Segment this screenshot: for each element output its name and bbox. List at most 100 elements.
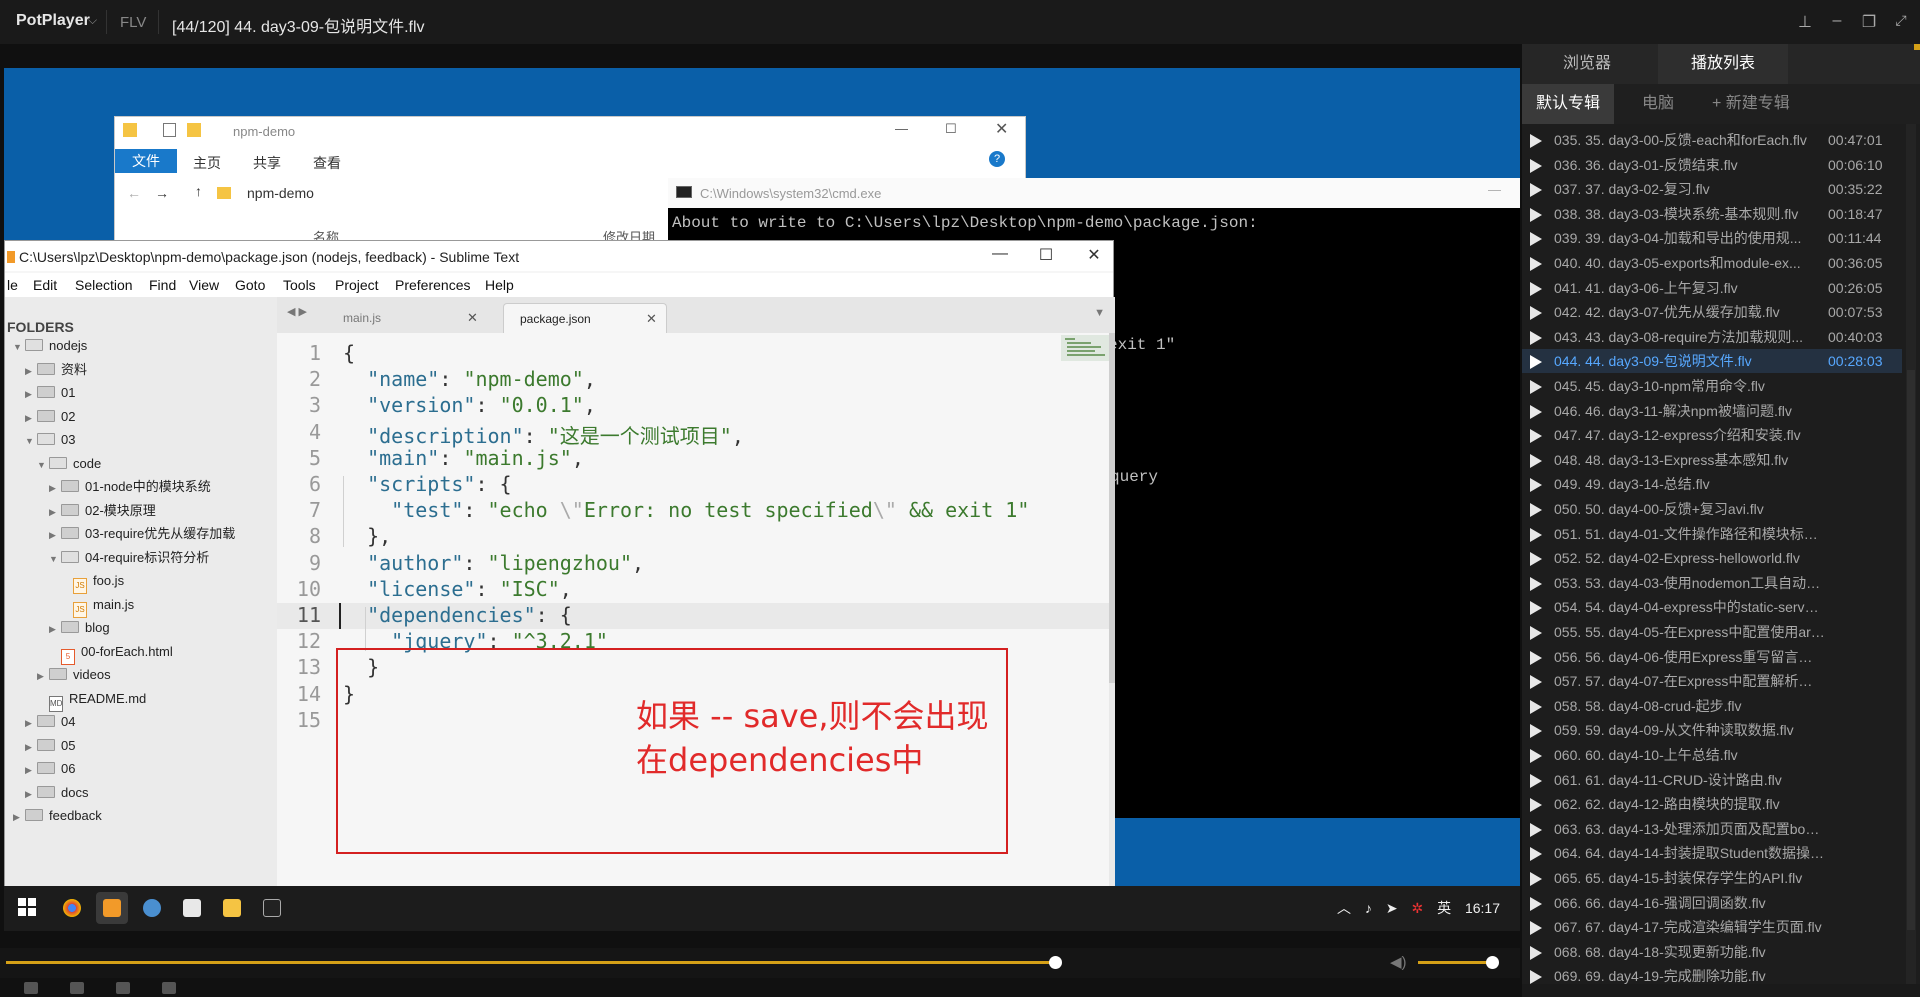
tree-item[interactable]: ▶ 02-模块原理	[49, 500, 156, 522]
tab-nav-arrows-icon[interactable]: ◀ ▶	[287, 305, 307, 318]
close-button[interactable]: ✕	[1079, 245, 1109, 265]
playlist-item[interactable]: 037. 37. day3-02-复习.flv 00:35:22	[1522, 177, 1902, 201]
minimize-button[interactable]: —	[1488, 182, 1501, 197]
minimize-button[interactable]: —	[985, 245, 1015, 263]
menu-item-0[interactable]: le	[7, 277, 18, 293]
collapsed-arrow-icon[interactable]: ▶	[25, 783, 37, 805]
menu-item-9[interactable]: Help	[485, 277, 514, 293]
collapsed-arrow-icon[interactable]: ▶	[25, 360, 37, 382]
ime-indicator[interactable]: 英	[1437, 900, 1451, 916]
volume-slider[interactable]	[1418, 961, 1492, 964]
maximize-button[interactable]: ☐	[1031, 245, 1061, 265]
code-line[interactable]: "version": "0.0.1",	[343, 393, 596, 417]
playlist-item[interactable]: 065. 65. day4-15-封装保存学生的API.flv	[1522, 866, 1902, 890]
close-tab-icon[interactable]: ✕	[646, 304, 657, 334]
expanded-arrow-icon[interactable]: ▼	[25, 430, 37, 452]
playlist-item[interactable]: 068. 68. day4-18-实现更新功能.flv	[1522, 940, 1902, 964]
new-album-button[interactable]: + 新建专辑	[1712, 84, 1790, 124]
playlist-item[interactable]: 051. 51. day4-01-文件操作路径和模块标识路...	[1522, 522, 1902, 546]
code-line[interactable]: "scripts": {	[343, 472, 512, 496]
code-line[interactable]: "main": "main.js",	[343, 446, 584, 470]
playlist-item[interactable]: 046. 46. day3-11-解决npm被墙问题.flv	[1522, 399, 1902, 423]
forward-icon[interactable]: →	[155, 185, 169, 201]
tree-item[interactable]: 5 00-forEach.html	[49, 641, 173, 665]
seek-bar[interactable]	[6, 961, 1055, 964]
speaker-icon[interactable]: ♪	[1365, 900, 1372, 916]
scrollbar-thumb[interactable]	[1907, 370, 1915, 930]
playlist-item[interactable]: 045. 45. day3-10-npm常用命令.flv	[1522, 374, 1902, 398]
playlist-item[interactable]: 042. 42. day3-07-优先从缓存加载.flv 00:07:53	[1522, 300, 1902, 324]
playlist-item[interactable]: 056. 56. day4-06-使用Express重写留言本案例.flv	[1522, 645, 1902, 669]
tab-view[interactable]: 查看	[313, 153, 341, 173]
tree-item[interactable]: ▶ 02	[25, 406, 75, 428]
clock[interactable]: 16:17	[1465, 900, 1500, 916]
tab-playlist[interactable]: 播放列表	[1658, 44, 1788, 84]
collapsed-arrow-icon[interactable]: ▶	[25, 759, 37, 781]
playlist-item[interactable]: 066. 66. day4-16-强调回调函数.flv	[1522, 891, 1902, 915]
volume-icon[interactable]: ◀)	[1390, 953, 1407, 971]
minimize-button[interactable]: –	[1826, 12, 1848, 30]
playlist-item[interactable]: 063. 63. day4-13-处理添加页面及配置body-par...	[1522, 817, 1902, 841]
expanded-arrow-icon[interactable]: ▼	[37, 454, 49, 476]
tab-package-json[interactable]: package.json ✕	[503, 303, 667, 333]
playlist-item[interactable]: 040. 40. day3-05-exports和module-ex... 00:…	[1522, 251, 1902, 275]
collapsed-arrow-icon[interactable]: ▶	[49, 477, 61, 499]
maximize-button[interactable]: ☐	[945, 121, 957, 137]
code-line[interactable]: "license": "ISC",	[343, 577, 572, 601]
playlist-item[interactable]: 050. 50. day4-00-反馈+复习avi.flv	[1522, 497, 1902, 521]
pin-icon[interactable]: ⊥	[1794, 12, 1816, 32]
scrollbar-thumb[interactable]	[1109, 333, 1115, 683]
code-line[interactable]: "name": "npm-demo",	[343, 367, 596, 391]
tree-item[interactable]: JS main.js	[61, 594, 134, 618]
windows-start-icon[interactable]	[18, 898, 36, 916]
player-logo[interactable]: PotPlayer	[16, 12, 90, 30]
tree-item[interactable]: ▶ blog	[49, 617, 110, 639]
close-button[interactable]: ✕	[995, 119, 1008, 139]
collapsed-arrow-icon[interactable]: ▶	[25, 712, 37, 734]
collapsed-arrow-icon[interactable]: ▶	[49, 501, 61, 523]
tab-default-album[interactable]: 默认专辑	[1522, 84, 1615, 124]
help-icon[interactable]: ?	[989, 151, 1005, 167]
playlist-item[interactable]: 039. 39. day3-04-加载和导出的使用规... 00:11:44	[1522, 226, 1902, 250]
code-line[interactable]: "description": "这是一个测试项目",	[343, 420, 744, 449]
seek-handle[interactable]	[1049, 956, 1062, 969]
collapsed-arrow-icon[interactable]: ▶	[13, 806, 25, 828]
tree-item[interactable]: ▶ 06	[25, 758, 75, 780]
playlist-item[interactable]: 055. 55. day4-05-在Express中配置使用art-temp..…	[1522, 620, 1902, 644]
tree-item[interactable]: JS foo.js	[61, 570, 124, 594]
code-line[interactable]: },	[343, 524, 391, 548]
next-icon[interactable]	[162, 982, 176, 994]
menu-item-5[interactable]: Goto	[235, 277, 265, 293]
editor-scrollbar[interactable]	[1109, 333, 1115, 931]
close-tab-icon[interactable]: ✕	[467, 303, 478, 333]
playlist-item[interactable]: 057. 57. day4-07-在Express中配置解析表单post...	[1522, 669, 1902, 693]
cmd-taskbar-icon[interactable]	[256, 892, 288, 924]
fullscreen-icon[interactable]: ⤢	[1890, 12, 1912, 29]
playlist-item[interactable]: 054. 54. day4-04-express中的static-server静…	[1522, 595, 1902, 619]
minimize-button[interactable]: —	[895, 121, 908, 136]
gear-icon[interactable]: ✲	[1411, 900, 1423, 916]
menu-item-4[interactable]: View	[189, 277, 219, 293]
playlist-item[interactable]: 044. 44. day3-09-包说明文件.flv 00:28:03	[1522, 349, 1902, 374]
play-icon[interactable]	[24, 982, 38, 994]
expanded-arrow-icon[interactable]: ▼	[49, 548, 61, 570]
playlist-item[interactable]: 061. 61. day4-11-CRUD-设计路由.flv	[1522, 768, 1902, 792]
stop-icon[interactable]	[70, 982, 84, 994]
playlist-item[interactable]: 053. 53. day4-03-使用nodemon工具自动重启...	[1522, 571, 1902, 595]
playlist-item[interactable]: 058. 58. day4-08-crud-起步.flv	[1522, 694, 1902, 718]
playlist-item[interactable]: 043. 43. day3-08-require方法加载规则... 00:40:0…	[1522, 325, 1902, 349]
restore-button[interactable]: ❐	[1858, 12, 1880, 32]
tree-item[interactable]: ▶ 04	[25, 711, 75, 733]
tab-dropdown-icon[interactable]: ▼	[1094, 307, 1105, 319]
tree-item[interactable]: ▶ 资料	[25, 359, 87, 381]
menu-item-7[interactable]: Project	[335, 277, 379, 293]
tree-item[interactable]: ▶ 03-require优先从缓存加载	[49, 523, 235, 545]
menu-item-8[interactable]: Preferences	[395, 277, 470, 293]
collapsed-arrow-icon[interactable]: ▶	[49, 524, 61, 546]
menu-item-2[interactable]: Selection	[75, 277, 133, 293]
notes-icon[interactable]	[176, 892, 208, 924]
sublime-taskbar-icon[interactable]	[96, 892, 128, 924]
chevron-up-icon[interactable]: ︿	[1337, 900, 1351, 916]
collapsed-arrow-icon[interactable]: ▶	[25, 736, 37, 758]
tab-share[interactable]: 共享	[253, 153, 281, 173]
